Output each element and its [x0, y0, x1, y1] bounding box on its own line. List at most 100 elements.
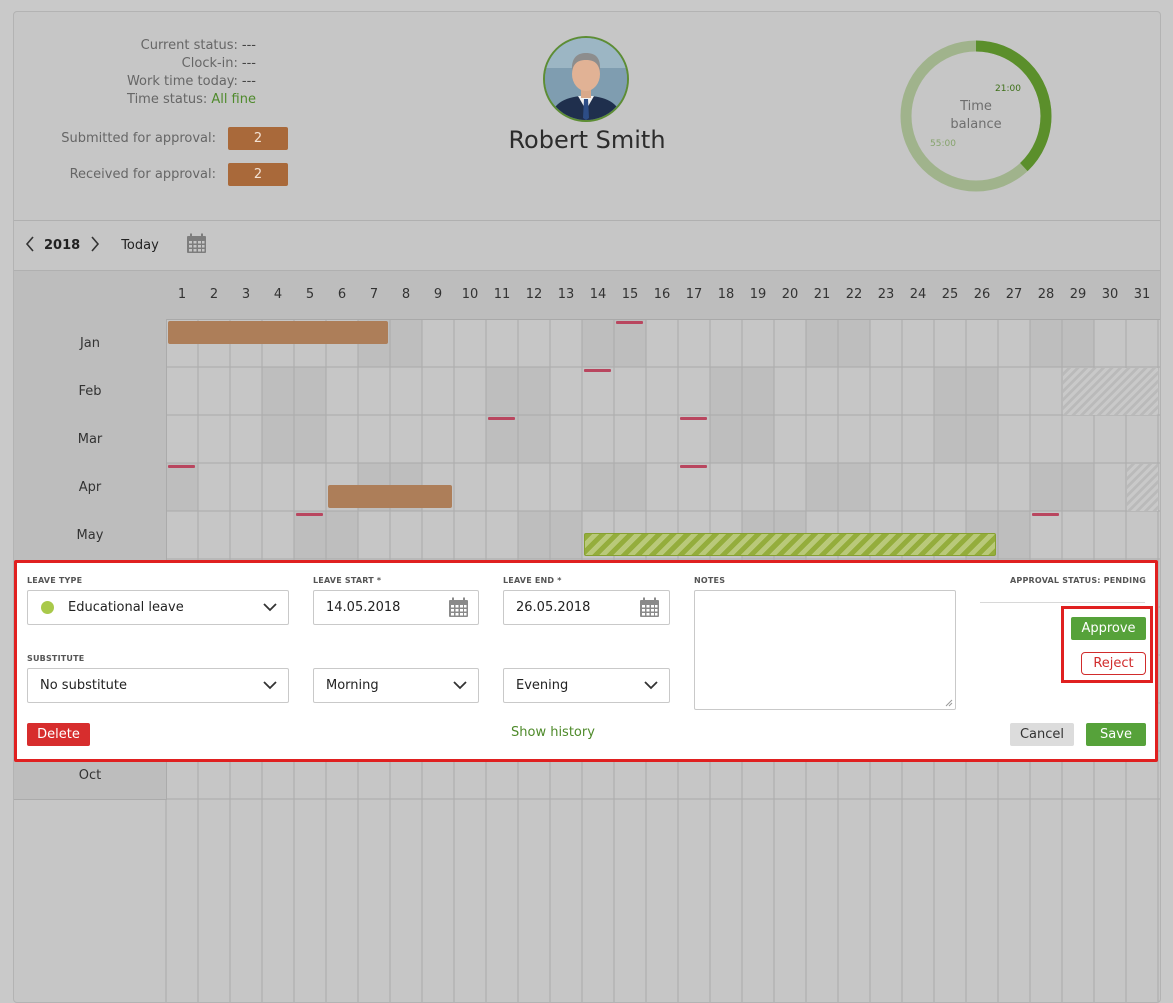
day-header: 14	[589, 287, 607, 302]
day-header: 10	[461, 287, 479, 302]
day-header: 25	[941, 287, 959, 302]
leave-bar[interactable]	[168, 321, 388, 344]
reject-button[interactable]: Reject	[1081, 652, 1146, 675]
day-header: 24	[909, 287, 927, 302]
start-part-value: Morning	[326, 678, 379, 693]
holiday-marker	[168, 465, 195, 468]
leave-edit-panel: LEAVE TYPE Educational leave LEAVE START…	[14, 560, 1158, 762]
cancel-button[interactable]: Cancel	[1010, 723, 1074, 746]
day-header: 20	[781, 287, 799, 302]
chevron-down-icon	[442, 681, 478, 690]
day-header: 13	[557, 287, 575, 302]
holiday-marker	[616, 321, 643, 324]
day-header: 12	[525, 287, 543, 302]
month-label: Jan	[79, 336, 101, 351]
target-time-value: 55:00	[930, 139, 956, 149]
holiday-marker	[680, 417, 707, 420]
day-header: 8	[401, 287, 411, 302]
leave-type-value: Educational leave	[68, 600, 184, 615]
holiday-marker	[584, 369, 611, 372]
day-header: 9	[433, 287, 443, 302]
day-header: 21	[813, 287, 831, 302]
date-picker-button[interactable]	[186, 233, 207, 258]
chevron-right-icon	[91, 235, 100, 252]
day-header: 5	[305, 287, 315, 302]
chevron-down-icon	[633, 681, 669, 690]
end-part-select[interactable]: Evening	[503, 668, 670, 703]
leave-end-value: 26.05.2018	[516, 600, 591, 615]
timestatus-value: All fine	[211, 92, 256, 107]
approve-button[interactable]: Approve	[1071, 617, 1146, 640]
chevron-down-icon	[252, 603, 288, 612]
day-header: 18	[717, 287, 735, 302]
day-header: 30	[1101, 287, 1119, 302]
day-header: 3	[241, 287, 251, 302]
time-balance-title-line1: Time	[960, 99, 992, 114]
day-header: 4	[273, 287, 283, 302]
current-status-row: Current status: ---	[14, 37, 256, 55]
substitute-select[interactable]: No substitute	[27, 668, 289, 703]
leave-start-field[interactable]: 14.05.2018	[313, 590, 479, 625]
chevron-left-icon	[25, 235, 34, 252]
delete-button[interactable]: Delete	[27, 723, 90, 746]
received-approval-row: Received for approval: 2	[14, 163, 288, 186]
leave-end-label: LEAVE END *	[503, 576, 562, 585]
person-photo-icon	[545, 38, 627, 120]
day-header-row: 1 2 3 4 5 6 7 8 9 10 11 12 13 14 15 16 17 18 19 20 21 22 23 24 2…	[14, 271, 1160, 320]
clockin-row: Clock-in: ---	[14, 55, 256, 73]
year-label: 2018	[44, 238, 81, 253]
leave-end-field[interactable]: 26.05.2018	[503, 590, 670, 625]
day-header: 2	[209, 287, 219, 302]
calendar-icon	[186, 233, 206, 253]
educational-leave-dot-icon	[41, 601, 54, 614]
next-year-button[interactable]	[90, 235, 100, 256]
invalid-day-cell	[1127, 464, 1158, 511]
resize-handle-icon[interactable]	[945, 699, 953, 707]
approval-status-label: APPROVAL STATUS: PENDING	[1010, 576, 1146, 585]
today-button[interactable]: Today	[121, 238, 159, 253]
holiday-marker	[488, 417, 515, 420]
leave-start-value: 14.05.2018	[326, 600, 401, 615]
notes-textarea[interactable]	[694, 590, 956, 710]
clockin-label: Clock-in:	[181, 56, 238, 71]
day-header: 17	[685, 287, 703, 302]
calendar-toolbar: 2018 Today	[14, 221, 1160, 271]
worktime-label: Work time today:	[126, 74, 238, 89]
holiday-marker	[680, 465, 707, 468]
chevron-down-icon	[252, 681, 288, 690]
leave-start-label: LEAVE START *	[313, 576, 382, 585]
app-frame: Current status: --- Clock-in: --- Work t…	[13, 11, 1161, 1003]
day-header: 7	[369, 287, 379, 302]
day-header: 16	[653, 287, 671, 302]
save-button[interactable]: Save	[1086, 723, 1146, 746]
profile-header: Current status: --- Clock-in: --- Work t…	[14, 12, 1160, 221]
substitute-value: No substitute	[40, 678, 127, 693]
current-status-value: ---	[241, 38, 256, 53]
show-history-link[interactable]: Show history	[511, 725, 595, 740]
start-part-select[interactable]: Morning	[313, 668, 479, 703]
day-header: 15	[621, 287, 639, 302]
invalid-day-cell	[1063, 368, 1158, 415]
calendar-icon[interactable]	[629, 597, 669, 618]
month-label: Feb	[78, 384, 102, 399]
received-count-badge[interactable]: 2	[228, 163, 288, 186]
end-part-value: Evening	[516, 678, 569, 693]
timestatus-label: Time status:	[127, 92, 208, 107]
month-label: May	[76, 528, 104, 543]
day-header: 29	[1069, 287, 1087, 302]
day-header: 23	[877, 287, 895, 302]
holiday-marker	[1032, 513, 1059, 516]
leave-type-label: LEAVE TYPE	[27, 576, 83, 585]
calendar-icon[interactable]	[438, 597, 478, 618]
day-header: 6	[337, 287, 347, 302]
day-header: 22	[845, 287, 863, 302]
leave-type-select[interactable]: Educational leave	[27, 590, 289, 625]
day-header: 11	[493, 287, 511, 302]
clockin-value: ---	[241, 56, 256, 71]
leave-bar[interactable]	[328, 485, 452, 508]
worktime-value: ---	[241, 74, 256, 89]
time-balance-title-line2: balance	[950, 117, 1002, 132]
prev-year-button[interactable]	[25, 235, 35, 256]
leave-bar[interactable]	[584, 533, 996, 556]
current-status-label: Current status:	[140, 38, 238, 53]
